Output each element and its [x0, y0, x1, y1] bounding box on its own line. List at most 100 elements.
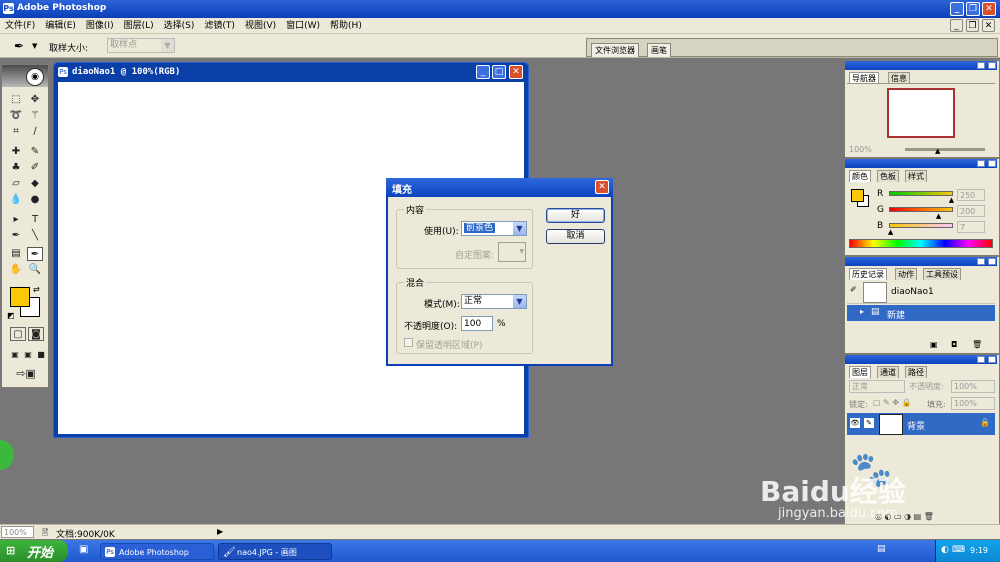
channel-slider[interactable]: [889, 223, 953, 228]
healing-brush-tool-icon[interactable]: ✚: [8, 145, 24, 159]
zoom-tool-icon[interactable]: 🔍: [27, 263, 43, 277]
menu-file[interactable]: 文件(F): [0, 18, 40, 33]
mode-select[interactable]: 正常 ▼: [461, 294, 527, 309]
channel-value-field[interactable]: 250: [957, 189, 985, 201]
layer-opacity-field[interactable]: 100%: [951, 380, 995, 393]
tray-expand-icon[interactable]: ▤: [877, 544, 886, 554]
task-paint[interactable]: 🖌 nao4.JPG - 画图: [218, 543, 332, 560]
show-desktop-icon[interactable]: ▣: [79, 544, 88, 555]
dodge-tool-icon[interactable]: ●: [27, 193, 43, 207]
layer-blend-mode-select[interactable]: 正常: [849, 380, 905, 393]
side-badge[interactable]: [0, 440, 14, 470]
doc-restore-button[interactable]: ❐: [966, 19, 979, 32]
tab-color[interactable]: 颜色: [849, 170, 871, 182]
adobe-online-icon[interactable]: ◉: [26, 68, 44, 86]
use-select[interactable]: 前景色 ▼: [461, 221, 527, 236]
history-brush-tool-icon[interactable]: ✐: [27, 161, 43, 175]
default-colors-icon[interactable]: ◩: [7, 311, 15, 320]
status-menu-arrow-icon[interactable]: ▶: [217, 527, 223, 536]
tab-swatches[interactable]: 色板: [877, 170, 899, 182]
trash-icon[interactable]: 🗑: [972, 340, 982, 349]
channel-slider-thumb-icon[interactable]: ▲: [936, 212, 941, 220]
palette-foreground-swatch[interactable]: [851, 189, 864, 202]
task-photoshop[interactable]: Ps Adobe Photoshop: [100, 543, 214, 560]
eraser-tool-icon[interactable]: ▱: [8, 177, 24, 191]
zoom-slider-thumb-icon[interactable]: ▲: [935, 147, 940, 155]
doc-window-maximize-button[interactable]: □: [492, 65, 506, 79]
menu-select[interactable]: 选择(S): [159, 18, 200, 33]
channel-slider[interactable]: [889, 191, 953, 196]
palette-close-button[interactable]: [988, 356, 996, 363]
slice-tool-icon[interactable]: ∕: [27, 125, 43, 139]
sample-size-select[interactable]: 取样点 ▼: [107, 38, 175, 53]
history-snapshot-row[interactable]: ✐ diaoNao1: [847, 280, 995, 304]
line-tool-icon[interactable]: ╲: [27, 229, 43, 243]
lock-options-icons[interactable]: ▢ ✎ ✥ 🔒: [873, 398, 912, 407]
preserve-transparency-checkbox[interactable]: [404, 338, 413, 347]
tab-styles[interactable]: 样式: [905, 170, 927, 182]
menu-filter[interactable]: 滤镜(T): [199, 18, 240, 33]
palette-minimize-button[interactable]: [977, 160, 985, 167]
path-select-tool-icon[interactable]: ▸: [8, 213, 24, 227]
close-button[interactable]: ✕: [982, 2, 996, 16]
blur-tool-icon[interactable]: 💧: [8, 193, 24, 207]
menu-edit[interactable]: 编辑(E): [40, 18, 81, 33]
clone-stamp-tool-icon[interactable]: ♣: [8, 161, 24, 175]
palette-close-button[interactable]: [988, 160, 996, 167]
standard-mode-icon[interactable]: ▢: [10, 327, 26, 341]
tab-paths[interactable]: 路径: [905, 366, 927, 378]
channel-slider[interactable]: [889, 207, 953, 212]
layer-row[interactable]: 👁 ✎ 背景 🔒: [847, 413, 995, 435]
history-brush-source-icon[interactable]: ✐: [850, 285, 857, 294]
screen-mode-full-icon[interactable]: ■: [33, 348, 49, 362]
palette-minimize-button[interactable]: [977, 258, 985, 265]
quick-mask-mode-icon[interactable]: ◙: [28, 327, 44, 341]
palette-minimize-button[interactable]: [977, 62, 985, 69]
tool-preset-arrow-icon[interactable]: ▼: [32, 42, 37, 50]
restore-button[interactable]: ❐: [966, 2, 980, 16]
menu-view[interactable]: 视图(V): [240, 18, 281, 33]
menu-image[interactable]: 图像(I): [81, 18, 119, 33]
fill-dialog-close-button[interactable]: ✕: [595, 180, 609, 194]
doc-window-close-button[interactable]: ✕: [509, 65, 523, 79]
eyedropper-icon[interactable]: ✒: [14, 39, 24, 53]
channel-value-field[interactable]: 7: [957, 221, 985, 233]
tab-channels[interactable]: 通道: [877, 366, 899, 378]
swap-colors-icon[interactable]: ⇄: [33, 285, 40, 294]
start-button[interactable]: ⊞ 开始: [0, 540, 68, 562]
channel-slider-thumb-icon[interactable]: ▲: [888, 228, 893, 236]
doc-minimize-button[interactable]: _: [950, 19, 963, 32]
move-tool-icon[interactable]: ✥: [27, 93, 43, 107]
menu-layer[interactable]: 图层(L): [119, 18, 159, 33]
tab-tool-presets[interactable]: 工具预设: [923, 268, 961, 280]
menu-help[interactable]: 帮助(H): [325, 18, 367, 33]
palette-minimize-button[interactable]: [977, 356, 985, 363]
color-spectrum-bar[interactable]: [849, 239, 993, 248]
eye-icon[interactable]: 👁: [850, 418, 860, 428]
lasso-tool-icon[interactable]: ➰: [8, 109, 24, 123]
marquee-tool-icon[interactable]: ⬚: [8, 93, 24, 107]
cancel-button[interactable]: 取消: [546, 229, 605, 244]
zoom-field[interactable]: 100%: [1, 526, 34, 538]
jump-to-imageready-icon[interactable]: ⇨▣: [12, 367, 40, 381]
palette-close-button[interactable]: [988, 62, 996, 69]
pen-tool-icon[interactable]: ✒: [8, 229, 24, 243]
navigator-zoom-slider[interactable]: [905, 148, 985, 151]
layer-fill-field[interactable]: 100%: [951, 397, 995, 410]
tab-actions[interactable]: 动作: [895, 268, 917, 280]
navigator-thumbnail[interactable]: [887, 88, 955, 138]
crop-tool-icon[interactable]: ⌗: [8, 125, 24, 139]
magic-wand-tool-icon[interactable]: ⚚: [27, 109, 43, 123]
channel-value-field[interactable]: 200: [957, 205, 985, 217]
doc-close-button[interactable]: ✕: [982, 19, 995, 32]
history-state-row[interactable]: ▸ ▤ 新建: [847, 305, 995, 321]
menu-window[interactable]: 窗口(W): [281, 18, 325, 33]
new-document-from-state-icon[interactable]: ▣: [930, 340, 938, 349]
new-snapshot-icon[interactable]: ◘: [951, 340, 957, 349]
notes-tool-icon[interactable]: ▤: [8, 247, 24, 261]
tab-layers[interactable]: 图层: [849, 366, 871, 378]
paint-bucket-tool-icon[interactable]: ◆: [27, 177, 43, 191]
type-tool-icon[interactable]: T: [27, 213, 43, 227]
tab-file-browser[interactable]: 文件浏览器: [591, 43, 639, 57]
brush-tool-icon[interactable]: ✎: [27, 145, 43, 159]
